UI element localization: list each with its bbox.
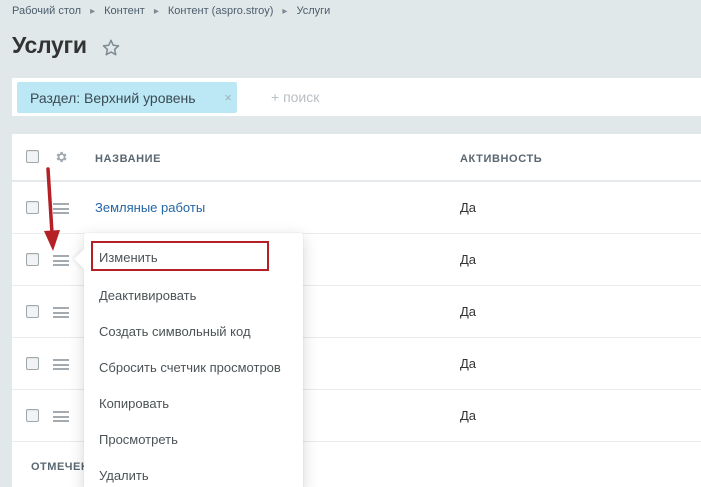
menu-item-deactivate[interactable]: Деактивировать: [99, 288, 196, 303]
grid-header: НАЗВАНИЕ АКТИВНОСТЬ: [12, 134, 701, 182]
hamburger-icon[interactable]: [53, 411, 69, 422]
row-active-value: Да: [460, 408, 477, 423]
row-name-link[interactable]: Земляные работы: [95, 200, 205, 215]
breadcrumb-separator-icon: ▸: [282, 5, 288, 17]
menu-item-copy[interactable]: Копировать: [99, 396, 169, 411]
hamburger-icon[interactable]: [53, 307, 69, 318]
star-icon[interactable]: [101, 38, 121, 58]
gear-icon[interactable]: [54, 150, 68, 164]
breadcrumb-item-desktop[interactable]: Рабочий стол: [12, 5, 81, 17]
row-active-value: Да: [460, 252, 477, 267]
filter-bar[interactable]: Раздел: Верхний уровень × + поиск: [12, 78, 701, 116]
breadcrumb-item-services[interactable]: Услуги: [296, 5, 330, 17]
hamburger-icon[interactable]: [53, 255, 69, 266]
row-checkbox[interactable]: [26, 305, 39, 318]
hamburger-icon[interactable]: [53, 359, 69, 370]
filter-tag[interactable]: Раздел: Верхний уровень ×: [17, 82, 237, 113]
close-icon[interactable]: ×: [224, 90, 232, 105]
breadcrumb-item-content[interactable]: Контент: [104, 5, 145, 17]
search-input[interactable]: + поиск: [271, 89, 319, 105]
menu-item-view[interactable]: Просмотреть: [99, 432, 178, 447]
row-active-value: Да: [460, 200, 477, 215]
menu-item-edit[interactable]: Изменить: [99, 250, 158, 265]
red-arrow-icon: [44, 167, 60, 251]
menu-item-delete[interactable]: Удалить: [99, 468, 149, 483]
selected-count-label: ОТМЕЧЕН: [31, 461, 90, 473]
select-all-checkbox[interactable]: [26, 150, 39, 163]
breadcrumb-separator-icon: ▸: [153, 5, 159, 17]
menu-item-reset-view-counter[interactable]: Сбросить счетчик просмотров: [99, 360, 281, 375]
row-active-value: Да: [460, 356, 477, 371]
row-checkbox[interactable]: [26, 357, 39, 370]
breadcrumb-item-content-aspro[interactable]: Контент (aspro.stroy): [168, 5, 274, 17]
column-header-active[interactable]: АКТИВНОСТЬ: [460, 153, 542, 165]
row-context-menu: Изменить Деактивировать Создать символьн…: [74, 233, 303, 487]
breadcrumb: Рабочий стол ▸ Контент ▸ Контент (aspro.…: [12, 5, 330, 17]
column-header-name[interactable]: НАЗВАНИЕ: [95, 153, 161, 165]
menu-item-create-symbolic-code[interactable]: Создать символьный код: [99, 324, 251, 339]
row-checkbox[interactable]: [26, 409, 39, 422]
breadcrumb-separator-icon: ▸: [90, 5, 96, 17]
page-title: Услуги: [12, 32, 87, 58]
filter-tag-label: Раздел: Верхний уровень: [30, 89, 196, 106]
table-row[interactable]: Земляные работы Да: [12, 182, 701, 234]
row-active-value: Да: [460, 304, 477, 319]
